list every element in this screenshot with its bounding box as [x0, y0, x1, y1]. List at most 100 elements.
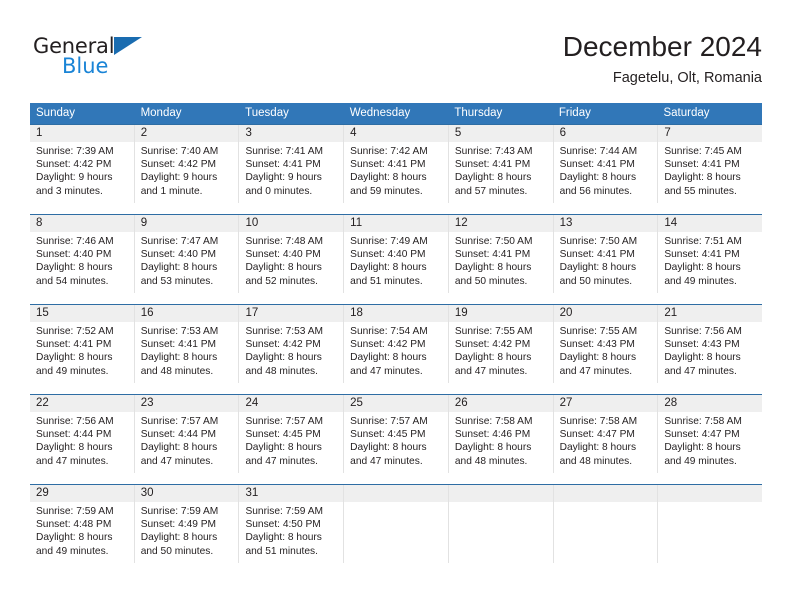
- sunset-text: Sunset: 4:42 PM: [245, 339, 321, 351]
- daylight-text-line1: Daylight: 8 hours: [36, 262, 113, 274]
- daylight-text-line2: and 57 minutes.: [454, 185, 528, 197]
- day-cell[interactable]: 16 Sunrise: 7:53 AM Sunset: 4:41 PM Dayl…: [134, 305, 240, 383]
- day-cell[interactable]: 11 Sunrise: 7:49 AM Sunset: 4:40 PM Dayl…: [344, 215, 449, 293]
- day-details: Sunrise: 7:59 AM Sunset: 4:50 PM Dayligh…: [239, 502, 343, 558]
- day-cell[interactable]: 20 Sunrise: 7:55 AM Sunset: 4:43 PM Dayl…: [553, 305, 659, 383]
- day-cell[interactable]: 10 Sunrise: 7:48 AM Sunset: 4:40 PM Dayl…: [239, 215, 345, 293]
- sunset-text: Sunset: 4:41 PM: [559, 159, 635, 171]
- sunset-text: Sunset: 4:42 PM: [350, 339, 426, 351]
- sunset-text: Sunset: 4:43 PM: [664, 339, 740, 351]
- daylight-text-line2: and 49 minutes.: [36, 545, 109, 557]
- day-cell[interactable]: 9 Sunrise: 7:47 AM Sunset: 4:40 PM Dayli…: [134, 215, 240, 293]
- daylight-text-line1: Daylight: 8 hours: [140, 262, 218, 274]
- daylight-text-line2: and 52 minutes.: [245, 275, 318, 287]
- sunrise-text: Sunrise: 7:59 AM: [36, 506, 114, 517]
- daylight-text-line2: and 48 minutes.: [245, 365, 318, 377]
- day-cell[interactable]: 19 Sunrise: 7:55 AM Sunset: 4:42 PM Dayl…: [448, 305, 554, 383]
- day-cell[interactable]: 3 Sunrise: 7:41 AM Sunset: 4:41 PM Dayli…: [239, 125, 345, 203]
- weekday-wednesday: Wednesday: [349, 107, 411, 119]
- sunrise-text: Sunrise: 7:49 AM: [350, 236, 428, 247]
- sunset-text: Sunset: 4:45 PM: [350, 429, 426, 441]
- daylight-text-line1: Daylight: 9 hours: [140, 172, 218, 184]
- daylight-text-line1: Daylight: 8 hours: [454, 262, 532, 274]
- daylight-text-line2: and 50 minutes.: [454, 275, 528, 287]
- day-cell[interactable]: 2 Sunrise: 7:40 AM Sunset: 4:42 PM Dayli…: [134, 125, 240, 203]
- day-number: 7: [658, 125, 763, 142]
- daylight-text-line2: and 0 minutes.: [245, 185, 313, 197]
- day-cell[interactable]: 28 Sunrise: 7:58 AM Sunset: 4:47 PM Dayl…: [658, 395, 763, 473]
- generalblue-logo[interactable]: General Blue: [33, 36, 173, 82]
- sunset-text: Sunset: 4:42 PM: [140, 159, 217, 171]
- sunset-text: Sunset: 4:41 PM: [664, 249, 740, 261]
- daylight-text-line2: and 47 minutes.: [350, 455, 423, 467]
- sunrise-text: Sunrise: 7:47 AM: [140, 236, 219, 247]
- weekday-tuesday: Tuesday: [245, 107, 289, 119]
- daylight-text-line1: Daylight: 8 hours: [350, 352, 427, 364]
- day-cell[interactable]: 14 Sunrise: 7:51 AM Sunset: 4:41 PM Dayl…: [658, 215, 763, 293]
- day-cell[interactable]: 6 Sunrise: 7:44 AM Sunset: 4:41 PM Dayli…: [553, 125, 659, 203]
- day-number: 13: [553, 215, 658, 232]
- weekday-monday: Monday: [140, 107, 182, 119]
- day-cell[interactable]: 18 Sunrise: 7:54 AM Sunset: 4:42 PM Dayl…: [344, 305, 449, 383]
- sunrise-text: Sunrise: 7:59 AM: [245, 506, 324, 517]
- day-details: Sunrise: 7:52 AM Sunset: 4:41 PM Dayligh…: [30, 322, 134, 378]
- sunset-text: Sunset: 4:45 PM: [245, 429, 321, 441]
- day-cell[interactable]: 13 Sunrise: 7:50 AM Sunset: 4:41 PM Dayl…: [553, 215, 659, 293]
- daylight-text-line2: and 54 minutes.: [36, 275, 109, 287]
- daylight-text-line2: and 53 minutes.: [140, 275, 214, 287]
- daylight-text-line2: and 56 minutes.: [559, 185, 633, 197]
- daylight-text-line1: Daylight: 8 hours: [36, 532, 113, 544]
- day-number: 23: [134, 395, 239, 412]
- day-cell[interactable]: 22 Sunrise: 7:56 AM Sunset: 4:44 PM Dayl…: [30, 395, 135, 473]
- day-number: 14: [658, 215, 763, 232]
- day-cell[interactable]: 7 Sunrise: 7:45 AM Sunset: 4:41 PM Dayli…: [658, 125, 763, 203]
- sunset-text: Sunset: 4:46 PM: [454, 429, 531, 441]
- weekday-header-row: Sunday Monday Tuesday Wednesday Thursday…: [30, 103, 762, 124]
- day-number: 3: [239, 125, 344, 142]
- day-details: [449, 502, 553, 505]
- sunrise-text: Sunrise: 7:55 AM: [559, 326, 638, 337]
- day-cell[interactable]: 15 Sunrise: 7:52 AM Sunset: 4:41 PM Dayl…: [30, 305, 135, 383]
- day-number: 31: [239, 485, 344, 502]
- day-cell[interactable]: 26 Sunrise: 7:58 AM Sunset: 4:46 PM Dayl…: [448, 395, 554, 473]
- day-cell[interactable]: 27 Sunrise: 7:58 AM Sunset: 4:47 PM Dayl…: [553, 395, 659, 473]
- day-cell[interactable]: 31 Sunrise: 7:59 AM Sunset: 4:50 PM Dayl…: [239, 485, 345, 563]
- sunset-text: Sunset: 4:41 PM: [245, 159, 321, 171]
- sunrise-text: Sunrise: 7:58 AM: [664, 416, 742, 427]
- day-details: Sunrise: 7:50 AM Sunset: 4:41 PM Dayligh…: [449, 232, 553, 288]
- day-cell[interactable]: 8 Sunrise: 7:46 AM Sunset: 4:40 PM Dayli…: [30, 215, 135, 293]
- day-cell[interactable]: 1 Sunrise: 7:39 AM Sunset: 4:42 PM Dayli…: [30, 125, 135, 203]
- sunset-text: Sunset: 4:41 PM: [36, 339, 112, 351]
- day-number: 18: [344, 305, 448, 322]
- sunset-text: Sunset: 4:41 PM: [559, 249, 635, 261]
- day-details: Sunrise: 7:40 AM Sunset: 4:42 PM Dayligh…: [135, 142, 239, 198]
- weekday-thursday: Thursday: [454, 107, 503, 119]
- day-details: Sunrise: 7:41 AM Sunset: 4:41 PM Dayligh…: [239, 142, 343, 198]
- day-cell[interactable]: 5 Sunrise: 7:43 AM Sunset: 4:41 PM Dayli…: [448, 125, 554, 203]
- day-details: Sunrise: 7:57 AM Sunset: 4:44 PM Dayligh…: [135, 412, 239, 468]
- day-cell[interactable]: 24 Sunrise: 7:57 AM Sunset: 4:45 PM Dayl…: [239, 395, 345, 473]
- day-details: Sunrise: 7:57 AM Sunset: 4:45 PM Dayligh…: [344, 412, 448, 468]
- day-number: 9: [134, 215, 239, 232]
- daylight-text-line1: Daylight: 8 hours: [140, 532, 218, 544]
- day-cell[interactable]: 30 Sunrise: 7:59 AM Sunset: 4:49 PM Dayl…: [134, 485, 240, 563]
- day-details: Sunrise: 7:39 AM Sunset: 4:42 PM Dayligh…: [30, 142, 134, 198]
- sunrise-text: Sunrise: 7:50 AM: [454, 236, 533, 247]
- sunset-text: Sunset: 4:41 PM: [454, 159, 531, 171]
- day-cell[interactable]: 12 Sunrise: 7:50 AM Sunset: 4:41 PM Dayl…: [448, 215, 554, 293]
- daylight-text-line2: and 50 minutes.: [140, 545, 214, 557]
- sunrise-text: Sunrise: 7:58 AM: [559, 416, 638, 427]
- day-cell[interactable]: 21 Sunrise: 7:56 AM Sunset: 4:43 PM Dayl…: [658, 305, 763, 383]
- day-details: Sunrise: 7:45 AM Sunset: 4:41 PM Dayligh…: [658, 142, 762, 198]
- daylight-text-line1: Daylight: 8 hours: [664, 442, 741, 454]
- day-number: 24: [239, 395, 344, 412]
- day-cell[interactable]: 25 Sunrise: 7:57 AM Sunset: 4:45 PM Dayl…: [344, 395, 449, 473]
- day-details: Sunrise: 7:51 AM Sunset: 4:41 PM Dayligh…: [658, 232, 762, 288]
- daylight-text-line1: Daylight: 8 hours: [350, 172, 427, 184]
- daylight-text-line2: and 49 minutes.: [664, 275, 737, 287]
- day-cell[interactable]: 4 Sunrise: 7:42 AM Sunset: 4:41 PM Dayli…: [344, 125, 449, 203]
- day-cell[interactable]: 23 Sunrise: 7:57 AM Sunset: 4:44 PM Dayl…: [134, 395, 240, 473]
- day-cell[interactable]: 29 Sunrise: 7:59 AM Sunset: 4:48 PM Dayl…: [30, 485, 135, 563]
- daylight-text-line1: Daylight: 8 hours: [350, 262, 427, 274]
- day-cell[interactable]: 17 Sunrise: 7:53 AM Sunset: 4:42 PM Dayl…: [239, 305, 345, 383]
